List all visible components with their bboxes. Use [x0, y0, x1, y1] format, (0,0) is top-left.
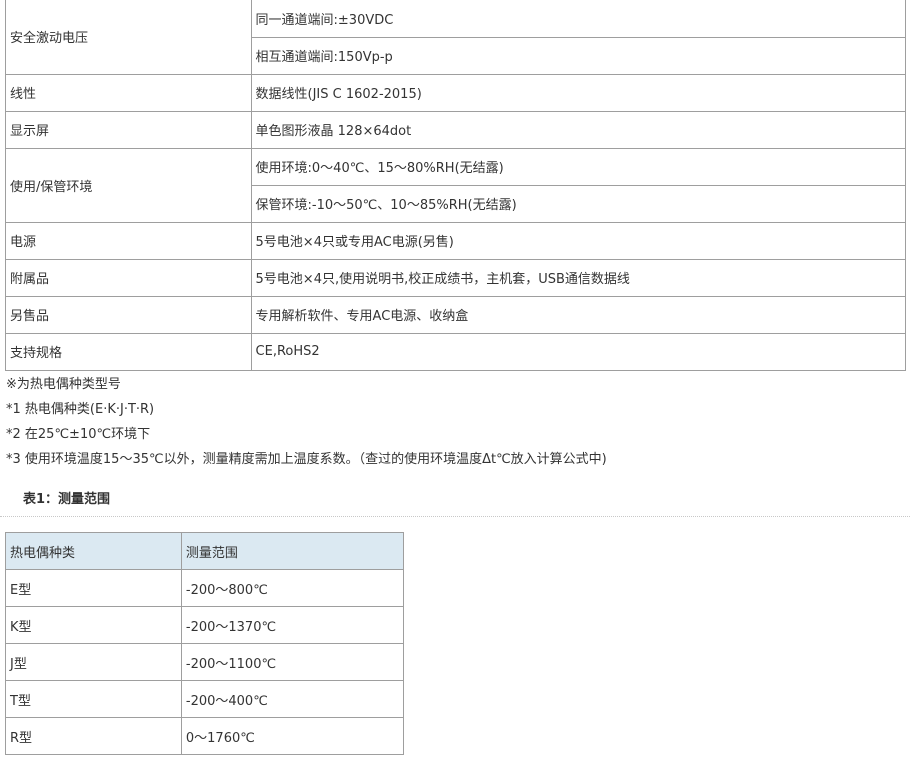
thermocouple-type: T型 — [5, 680, 182, 718]
spec-label: 另售品 — [5, 295, 252, 334]
spec-value: 保管环境:-10～50℃、10～85%RH(无结露) — [250, 184, 907, 223]
table-row: R型 0～1760℃ — [5, 717, 405, 755]
spec-table: 安全激动电压 同一通道端间:±30VDC 相互通道端间:150Vp-p 线性 数… — [5, 0, 907, 371]
spec-row-environment: 使用/保管环境 使用环境:0～40℃、15～80%RH(无结露) — [5, 147, 907, 223]
spec-row-power: 电源 5号电池×4只或专用AC电源(另售) — [5, 221, 907, 260]
spec-label: 使用/保管环境 — [5, 147, 252, 223]
spec-value: 5号电池×4只或专用AC电源(另售) — [250, 221, 907, 260]
spec-value: 数据线性(JIS C 1602-2015) — [250, 73, 907, 112]
measurement-range-table: 热电偶种类 测量范围 E型 -200～800℃ K型 -200～1370℃ J型… — [5, 532, 405, 755]
spec-value: 相互通道端间:150Vp-p — [250, 36, 907, 75]
measurement-range: -200～1370℃ — [180, 606, 405, 644]
footnote: *2 在25℃±10℃环境下 — [6, 427, 151, 442]
footnote: *1 热电偶种类(E·K·J·T·R) — [6, 402, 155, 417]
spec-row-accessories: 附属品 5号电池×4只,使用说明书,校正成绩书，主机套，USB通信数据线 — [5, 258, 907, 297]
divider — [0, 516, 910, 517]
spec-label: 附属品 — [5, 258, 252, 297]
spec-row-safety-voltage: 安全激动电压 同一通道端间:±30VDC — [5, 0, 907, 75]
spec-label: 支持规格 — [5, 332, 252, 371]
table-row: E型 -200～800℃ — [5, 569, 405, 607]
spec-row-linearity: 线性 数据线性(JIS C 1602-2015) — [5, 73, 907, 112]
spec-value: 5号电池×4只,使用说明书,校正成绩书，主机套，USB通信数据线 — [250, 258, 907, 297]
measurement-range: -200～1100℃ — [180, 643, 405, 681]
footnote: *3 使用环境温度15～35℃以外，测量精度需加上温度系数。（查过的使用环境温度… — [6, 452, 607, 467]
spec-label: 线性 — [5, 73, 252, 112]
spec-row-standards: 支持规格 CE,RoHS2 — [5, 332, 907, 371]
spec-value: 专用解析软件、专用AC电源、收纳盒 — [250, 295, 907, 334]
column-header: 测量范围 — [180, 532, 405, 570]
table-row: J型 -200～1100℃ — [5, 643, 405, 681]
measurement-range: -200～400℃ — [180, 680, 405, 718]
table-header-row: 热电偶种类 测量范围 — [5, 532, 405, 570]
section-title: 表1：测量范围 — [23, 492, 111, 507]
table-row: T型 -200～400℃ — [5, 680, 405, 718]
spec-value: 同一通道端间:±30VDC — [250, 0, 907, 38]
measurement-range: 0～1760℃ — [180, 717, 405, 755]
footnotes: ※为热电偶种类型号 *1 热电偶种类(E·K·J·T·R) *2 在25℃±10… — [6, 372, 607, 472]
thermocouple-type: J型 — [5, 643, 182, 681]
spec-row-display: 显示屏 单色图形液晶 128×64dot — [5, 110, 907, 149]
column-header: 热电偶种类 — [5, 532, 182, 570]
spec-value: CE,RoHS2 — [250, 332, 907, 371]
spec-label: 安全激动电压 — [5, 0, 252, 75]
spec-row-options: 另售品 专用解析软件、专用AC电源、收纳盒 — [5, 295, 907, 334]
thermocouple-type: E型 — [5, 569, 182, 607]
table-row: K型 -200～1370℃ — [5, 606, 405, 644]
footnote: ※为热电偶种类型号 — [6, 377, 121, 392]
spec-value: 使用环境:0～40℃、15～80%RH(无结露) — [250, 147, 907, 186]
spec-label: 电源 — [5, 221, 252, 260]
measurement-range: -200～800℃ — [180, 569, 405, 607]
thermocouple-type: K型 — [5, 606, 182, 644]
spec-label: 显示屏 — [5, 110, 252, 149]
thermocouple-type: R型 — [5, 717, 182, 755]
spec-value: 单色图形液晶 128×64dot — [250, 110, 907, 149]
